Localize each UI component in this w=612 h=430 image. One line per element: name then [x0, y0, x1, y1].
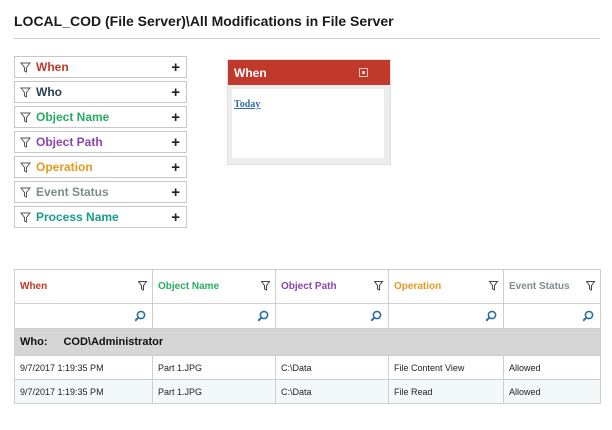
filter-object-name[interactable]: Object Name + [14, 106, 187, 128]
column-label: Operation [394, 281, 442, 292]
funnel-icon [20, 62, 31, 73]
search-icon[interactable] [582, 310, 594, 322]
cell-object-path: C:\Data [275, 355, 389, 380]
search-icon[interactable] [134, 310, 146, 322]
column-label: Object Name [158, 281, 220, 292]
group-value: COD\Administrator [63, 336, 164, 348]
cell-object-path: C:\Data [275, 379, 389, 404]
column-header-operation[interactable]: Operation [388, 269, 504, 304]
cell-event-status: Allowed [503, 379, 601, 404]
search-cell[interactable] [14, 303, 153, 329]
search-icon[interactable] [485, 310, 497, 322]
plus-icon[interactable]: + [171, 60, 180, 75]
search-cell[interactable] [388, 303, 504, 329]
filter-object-path[interactable]: Object Path + [14, 131, 187, 153]
search-cell[interactable] [503, 303, 601, 329]
column-label: Event Status [509, 281, 570, 292]
plus-icon[interactable]: + [171, 135, 180, 150]
plus-icon[interactable]: + [171, 85, 180, 100]
funnel-icon [20, 187, 31, 198]
filter-label: Who [36, 85, 62, 99]
when-panel-body: Today [232, 89, 384, 158]
when-filter-panel: When Today [227, 59, 391, 165]
column-header-when[interactable]: When [14, 269, 153, 304]
cell-operation: File Content View [388, 355, 504, 380]
cell-operation: File Read [388, 379, 504, 404]
filter-label: When [36, 60, 69, 74]
filter-list: When + Who + Object Name + Object Path +… [14, 56, 187, 231]
column-header-object-name[interactable]: Object Name [152, 269, 276, 304]
plus-icon[interactable]: + [171, 185, 180, 200]
group-label: Who: [20, 336, 48, 348]
funnel-icon [20, 112, 31, 123]
results-grid: When Object Name Object Path Operation E… [14, 269, 601, 404]
column-header-object-path[interactable]: Object Path [275, 269, 389, 304]
search-cell[interactable] [275, 303, 389, 329]
table-row[interactable]: 9/7/2017 1:19:35 PM Part 1.JPG C:\Data F… [14, 355, 601, 380]
cell-object-name: Part 1.JPG [152, 379, 276, 404]
funnel-icon [20, 87, 31, 98]
column-filter-icon[interactable] [138, 281, 148, 291]
funnel-icon [20, 212, 31, 223]
plus-icon[interactable]: + [171, 110, 180, 125]
filter-label: Operation [36, 160, 93, 174]
grid-header-row: When Object Name Object Path Operation E… [14, 269, 601, 304]
group-row[interactable]: Who: COD\Administrator [14, 328, 601, 356]
table-row[interactable]: 9/7/2017 1:19:35 PM Part 1.JPG C:\Data F… [14, 379, 601, 404]
cell-object-name: Part 1.JPG [152, 355, 276, 380]
column-filter-icon[interactable] [489, 281, 499, 291]
filter-label: Process Name [36, 210, 119, 224]
search-cell[interactable] [152, 303, 276, 329]
column-label: Object Path [281, 281, 337, 292]
search-icon[interactable] [257, 310, 269, 322]
collapse-icon[interactable] [359, 68, 368, 77]
column-filter-icon[interactable] [586, 281, 596, 291]
filter-process-name[interactable]: Process Name + [14, 206, 187, 228]
title-divider [14, 38, 600, 39]
cell-when: 9/7/2017 1:19:35 PM [14, 355, 153, 380]
filter-label: Object Name [36, 110, 110, 124]
funnel-icon [20, 137, 31, 148]
filter-when[interactable]: When + [14, 56, 187, 78]
column-filter-icon[interactable] [374, 281, 384, 291]
filter-operation[interactable]: Operation + [14, 156, 187, 178]
search-icon[interactable] [370, 310, 382, 322]
filter-event-status[interactable]: Event Status + [14, 181, 187, 203]
column-filter-icon[interactable] [261, 281, 271, 291]
cell-event-status: Allowed [503, 355, 601, 380]
funnel-icon [20, 162, 31, 173]
today-link[interactable]: Today [234, 99, 260, 110]
plus-icon[interactable]: + [171, 210, 180, 225]
when-panel-title: When [234, 65, 267, 80]
page-title: LOCAL_COD (File Server)\All Modification… [14, 13, 394, 29]
plus-icon[interactable]: + [171, 160, 180, 175]
grid-search-row [14, 303, 601, 329]
filter-who[interactable]: Who + [14, 81, 187, 103]
when-panel-header: When [228, 60, 390, 85]
column-header-event-status[interactable]: Event Status [503, 269, 601, 304]
filter-label: Object Path [36, 135, 103, 149]
filter-label: Event Status [36, 185, 109, 199]
cell-when: 9/7/2017 1:19:35 PM [14, 379, 153, 404]
column-label: When [20, 281, 48, 292]
